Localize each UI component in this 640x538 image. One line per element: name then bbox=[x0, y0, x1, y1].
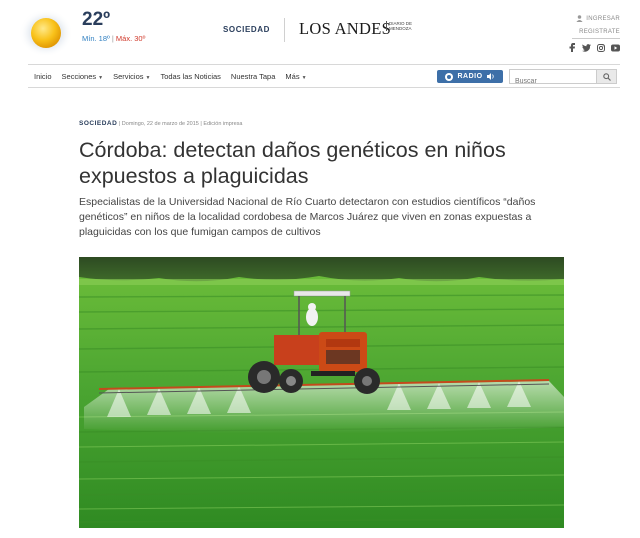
nav-item-label: Nuestra Tapa bbox=[230, 72, 276, 81]
site-header: 22º Mín. 18º | Máx. 30º SOCIEDAD LOS AND… bbox=[0, 0, 640, 64]
nav-item-label: Secciones bbox=[61, 72, 97, 81]
caret-down-icon: ▼ bbox=[301, 75, 307, 81]
header-divider bbox=[284, 18, 285, 42]
nav-item-secciones[interactable]: Secciones ▼ bbox=[62, 72, 104, 81]
login-link[interactable]: INGRESAR bbox=[572, 15, 620, 22]
nav-item-nuestra-tapa[interactable]: Nuestra Tapa bbox=[231, 72, 275, 81]
caret-down-icon: ▼ bbox=[98, 75, 104, 81]
site-logo-subtitle: DIARIO DE MENDOZA bbox=[386, 21, 422, 31]
current-temperature: 22º bbox=[82, 9, 111, 30]
nav-item-inicio[interactable]: Inicio bbox=[34, 72, 52, 81]
nav-item-label: Más bbox=[285, 72, 300, 81]
nav-item-todas-las-noticias[interactable]: Todas las Noticias bbox=[160, 72, 220, 81]
radio-logo-icon bbox=[445, 72, 454, 81]
search-input[interactable] bbox=[510, 75, 596, 88]
caret-down-icon: ▼ bbox=[145, 75, 151, 81]
nav-menu: Inicio Secciones ▼ Servicios ▼ Todas las N… bbox=[34, 72, 307, 81]
article-meta: SOCIEDAD | Domingo, 22 de marzo de 2015 … bbox=[79, 120, 242, 127]
search-box bbox=[509, 69, 617, 88]
youtube-icon[interactable] bbox=[611, 44, 620, 52]
nav-item-label: Todas las Noticias bbox=[160, 72, 221, 81]
article-section[interactable]: SOCIEDAD bbox=[79, 120, 117, 127]
radio-button[interactable]: RADIO bbox=[437, 70, 503, 83]
search-icon bbox=[602, 72, 611, 81]
instagram-icon[interactable] bbox=[597, 43, 605, 52]
article-title: Córdoba: detectan daños genéticos en niñ… bbox=[79, 138, 506, 188]
min-temperature: Mín. 18º bbox=[82, 34, 110, 43]
nav-item-label: Servicios bbox=[113, 72, 144, 81]
social-links bbox=[568, 43, 620, 52]
article-photo bbox=[79, 257, 564, 528]
radio-label: RADIO bbox=[457, 73, 483, 80]
nav-item-mas[interactable]: Más ▼ bbox=[285, 72, 306, 81]
nav-item-servicios[interactable]: Servicios ▼ bbox=[113, 72, 150, 81]
login-label: INGRESAR bbox=[586, 15, 620, 22]
temperature-range: Mín. 18º | Máx. 30º bbox=[82, 34, 145, 43]
account-links: INGRESAR REGISTRATE bbox=[572, 15, 620, 39]
facebook-icon[interactable] bbox=[568, 43, 576, 52]
search-button[interactable] bbox=[596, 70, 616, 83]
twitter-icon[interactable] bbox=[582, 43, 591, 52]
register-link[interactable]: REGISTRATE bbox=[572, 29, 620, 35]
nav-item-label: Inicio bbox=[34, 72, 52, 81]
user-icon bbox=[576, 15, 583, 22]
temperature-separator: | bbox=[111, 34, 114, 43]
sun-icon bbox=[19, 9, 73, 57]
article-date: | Domingo, 22 de marzo de 2015 | Edición… bbox=[118, 121, 243, 127]
max-temperature: Máx. 30º bbox=[115, 34, 146, 43]
account-divider bbox=[572, 38, 620, 39]
article-lead: Especialistas de la Universidad Nacional… bbox=[79, 196, 536, 238]
site-logo[interactable]: LOS ANDES bbox=[299, 19, 391, 39]
header-section-label[interactable]: SOCIEDAD bbox=[223, 25, 270, 34]
speaker-icon bbox=[486, 73, 494, 80]
main-navigation: Inicio Secciones ▼ Servicios ▼ Todas las N… bbox=[28, 64, 620, 88]
tractor-spraying-field-image bbox=[79, 257, 564, 528]
